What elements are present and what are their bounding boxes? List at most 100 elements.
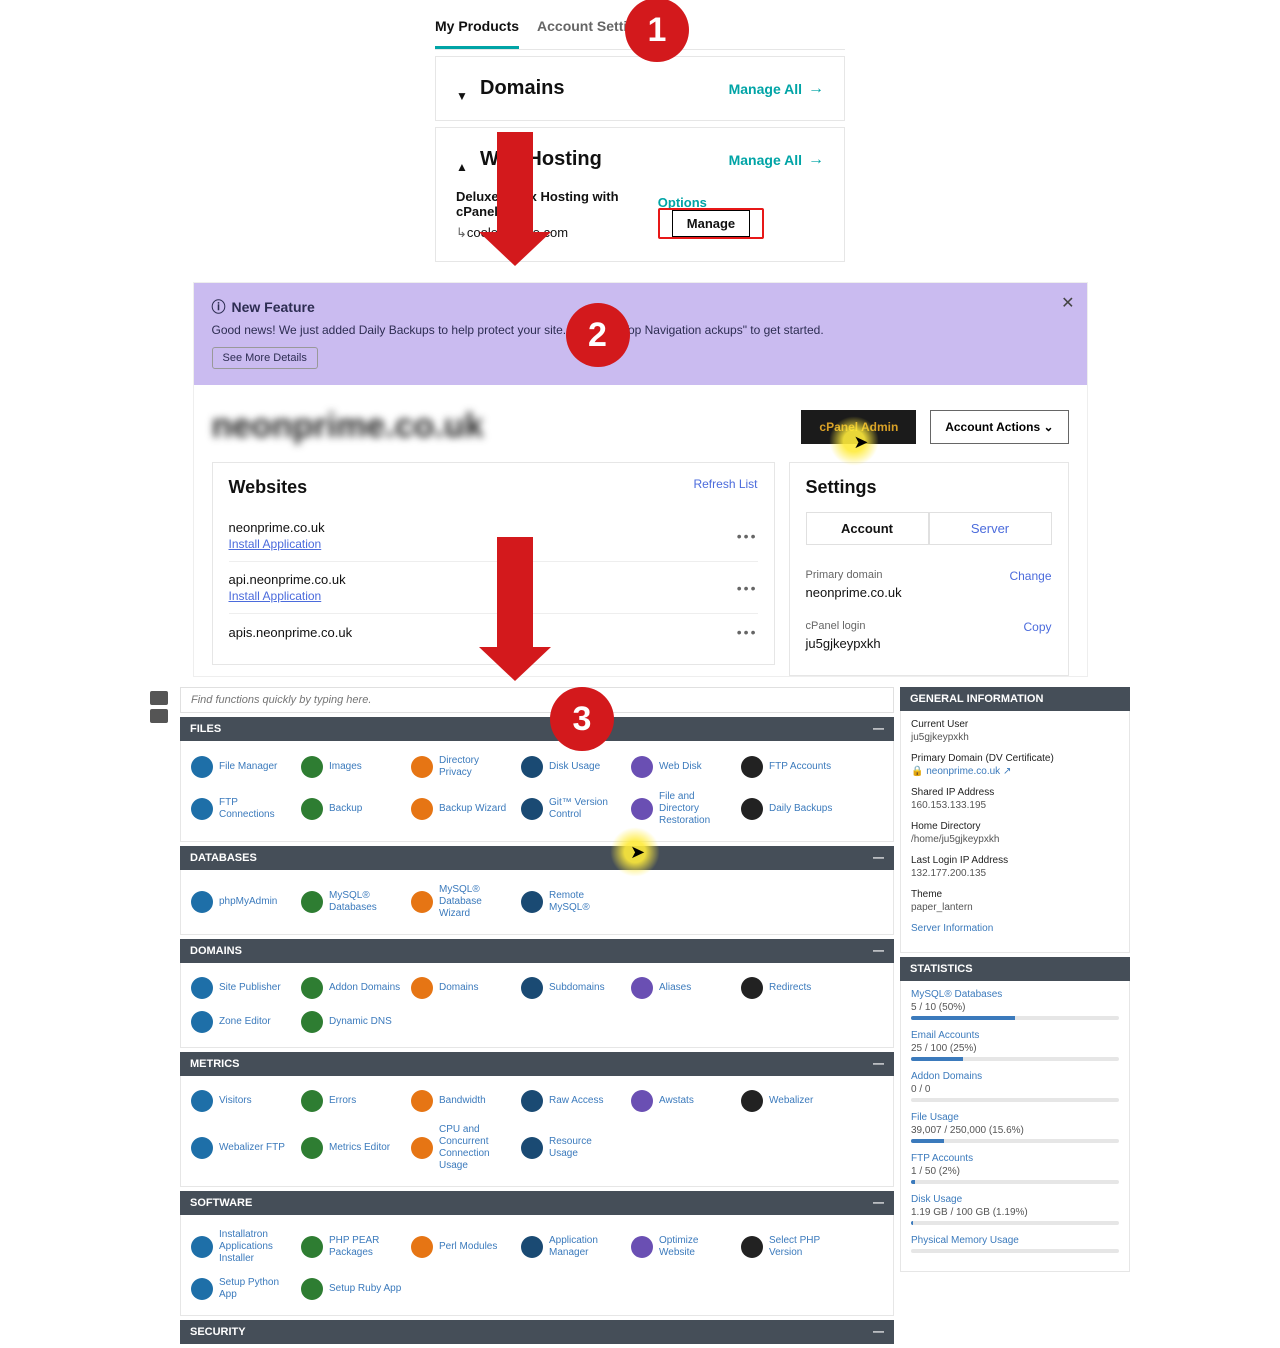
stat-value: 5 / 10 (50%) [911,1002,1119,1013]
tool-addon-domains[interactable]: Addon Domains [297,971,407,1005]
grid-view-icon[interactable] [150,691,168,705]
collapse-icon[interactable]: — [873,1326,884,1338]
tool-setup-python-app[interactable]: Setup Python App [187,1271,297,1307]
hosting-plan-name: Deluxe Linux Hosting with cPanel [456,189,658,219]
manage-button[interactable]: Manage [658,208,764,239]
see-more-button[interactable]: See More Details [212,347,318,369]
info-row: Home Directory/home/ju5gjkeypxkh [911,821,1119,845]
tool-errors[interactable]: Errors [297,1084,407,1118]
collapse-icon[interactable]: — [873,1058,884,1070]
tool-file-manager[interactable]: File Manager [187,749,297,785]
site-domain: api.neonprime.co.uk [229,572,346,587]
tool-zone-editor[interactable]: Zone Editor [187,1005,297,1039]
tool-directory-privacy[interactable]: Directory Privacy [407,749,517,785]
tool-cpu-and-concurrent-connection-usage[interactable]: CPU and Concurrent Connection Usage [407,1118,517,1178]
tool-application-manager[interactable]: Application Manager [517,1223,627,1271]
tool-disk-usage[interactable]: Disk Usage [517,749,627,785]
tool-git-version-control[interactable]: Git™ Version Control [517,785,627,833]
copy-link[interactable]: Copy [1023,620,1051,634]
tool-file-and-directory-restoration[interactable]: File and Directory Restoration [627,785,737,833]
collapse-icon[interactable]: — [873,945,884,957]
tool-remote-mysql-[interactable]: Remote MySQL® [517,878,627,926]
tool-perl-modules[interactable]: Perl Modules [407,1223,517,1271]
tab-account[interactable]: Account [806,512,929,545]
domains-card: Domains Manage All [435,56,845,121]
tab-my-products[interactable]: My Products [435,8,519,49]
step2-panel: 2 ✕ ⓘNew Feature Good news! We just adde… [193,282,1088,677]
tool-label: Remote MySQL® [549,890,623,914]
account-actions-button[interactable]: Account Actions ⌄ [930,410,1068,444]
function-search[interactable] [180,687,894,713]
collapse-icon[interactable]: — [873,1197,884,1209]
tool-setup-ruby-app[interactable]: Setup Ruby App [297,1271,407,1307]
tool-daily-backups[interactable]: Daily Backups [737,785,847,833]
change-link[interactable]: Change [1009,569,1051,583]
section-head-security[interactable]: SECURITY— [180,1320,894,1344]
tool-bandwidth[interactable]: Bandwidth [407,1084,517,1118]
more-icon[interactable]: ••• [737,580,758,596]
general-info-heading: GENERAL INFORMATION [900,687,1130,711]
tool-web-disk[interactable]: Web Disk [627,749,737,785]
tool-optimize-website[interactable]: Optimize Website [627,1223,737,1271]
section-head-files[interactable]: FILES— [180,717,894,741]
server-info-link[interactable]: Server Information [911,923,1119,934]
list-view-icon[interactable] [150,709,168,723]
manage-all-domains[interactable]: Manage All [729,80,824,98]
tool-site-publisher[interactable]: Site Publisher [187,971,297,1005]
install-application-link[interactable]: Install Application [229,537,322,551]
section-metrics: METRICS— VisitorsErrorsBandwidthRaw Acces… [180,1052,894,1187]
tool-ftp-accounts[interactable]: FTP Accounts [737,749,847,785]
stat-row: Disk Usage1.19 GB / 100 GB (1.19%) [911,1194,1119,1225]
collapse-icon[interactable]: — [873,723,884,735]
tool-awstats[interactable]: Awstats [627,1084,737,1118]
tool-visitors[interactable]: Visitors [187,1084,297,1118]
tool-backup[interactable]: Backup [297,785,407,833]
tool-ftp-connections[interactable]: FTP Connections [187,785,297,833]
tool-select-php-version[interactable]: Select PHP Version [737,1223,847,1271]
info-icon: ⓘ [212,297,226,317]
tab-server[interactable]: Server [929,512,1052,545]
tool-domains[interactable]: Domains [407,971,517,1005]
tool-mysql-databases[interactable]: MySQL® Databases [297,878,407,926]
section-head-metrics[interactable]: METRICS— [180,1052,894,1076]
tool-resource-usage[interactable]: Resource Usage [517,1118,627,1178]
tool-dynamic-dns[interactable]: Dynamic DNS [297,1005,407,1039]
tool-webalizer[interactable]: Webalizer [737,1084,847,1118]
manage-all-hosting[interactable]: Manage All [729,151,824,169]
collapse-icon[interactable]: — [873,852,884,864]
tool-redirects[interactable]: Redirects [737,971,847,1005]
tool-raw-access[interactable]: Raw Access [517,1084,627,1118]
section-software: SOFTWARE— Installatron Applications Insta… [180,1191,894,1316]
chevron-down-icon[interactable] [456,83,468,95]
tool-webalizer-ftp[interactable]: Webalizer FTP [187,1118,297,1178]
install-application-link[interactable]: Install Application [229,589,322,603]
tool-installatron-applications-installer[interactable]: Installatron Applications Installer [187,1223,297,1271]
tool-label: Zone Editor [219,1016,271,1028]
info-value[interactable]: 🔒 neonprime.co.uk ↗ [911,766,1119,777]
tool-icon [411,1090,433,1112]
more-icon[interactable]: ••• [737,624,758,640]
tool-icon [741,1090,763,1112]
section-head-software[interactable]: SOFTWARE— [180,1191,894,1215]
tool-icon [411,891,433,913]
tool-phpmyadmin[interactable]: phpMyAdmin [187,878,297,926]
tool-subdomains[interactable]: Subdomains [517,971,627,1005]
tool-metrics-editor[interactable]: Metrics Editor [297,1118,407,1178]
section-head-domains[interactable]: DOMAINS— [180,939,894,963]
site-row: api.neonprime.co.uk Install Application … [229,561,758,613]
chevron-up-icon[interactable] [456,154,468,166]
tool-icon [631,977,653,999]
tool-php-pear-packages[interactable]: PHP PEAR Packages [297,1223,407,1271]
tool-mysql-database-wizard[interactable]: MySQL® Database Wizard [407,878,517,926]
refresh-list-link[interactable]: Refresh List [693,477,757,491]
more-icon[interactable]: ••• [737,528,758,544]
search-input[interactable] [191,694,883,706]
stat-label: MySQL® Databases [911,989,1119,1000]
tool-label: MySQL® Databases [329,890,403,914]
close-icon[interactable]: ✕ [1061,293,1074,313]
tool-aliases[interactable]: Aliases [627,971,737,1005]
section-head-databases[interactable]: DATABASES— [180,846,894,870]
tool-images[interactable]: Images [297,749,407,785]
tool-icon [301,1090,323,1112]
tool-backup-wizard[interactable]: Backup Wizard [407,785,517,833]
